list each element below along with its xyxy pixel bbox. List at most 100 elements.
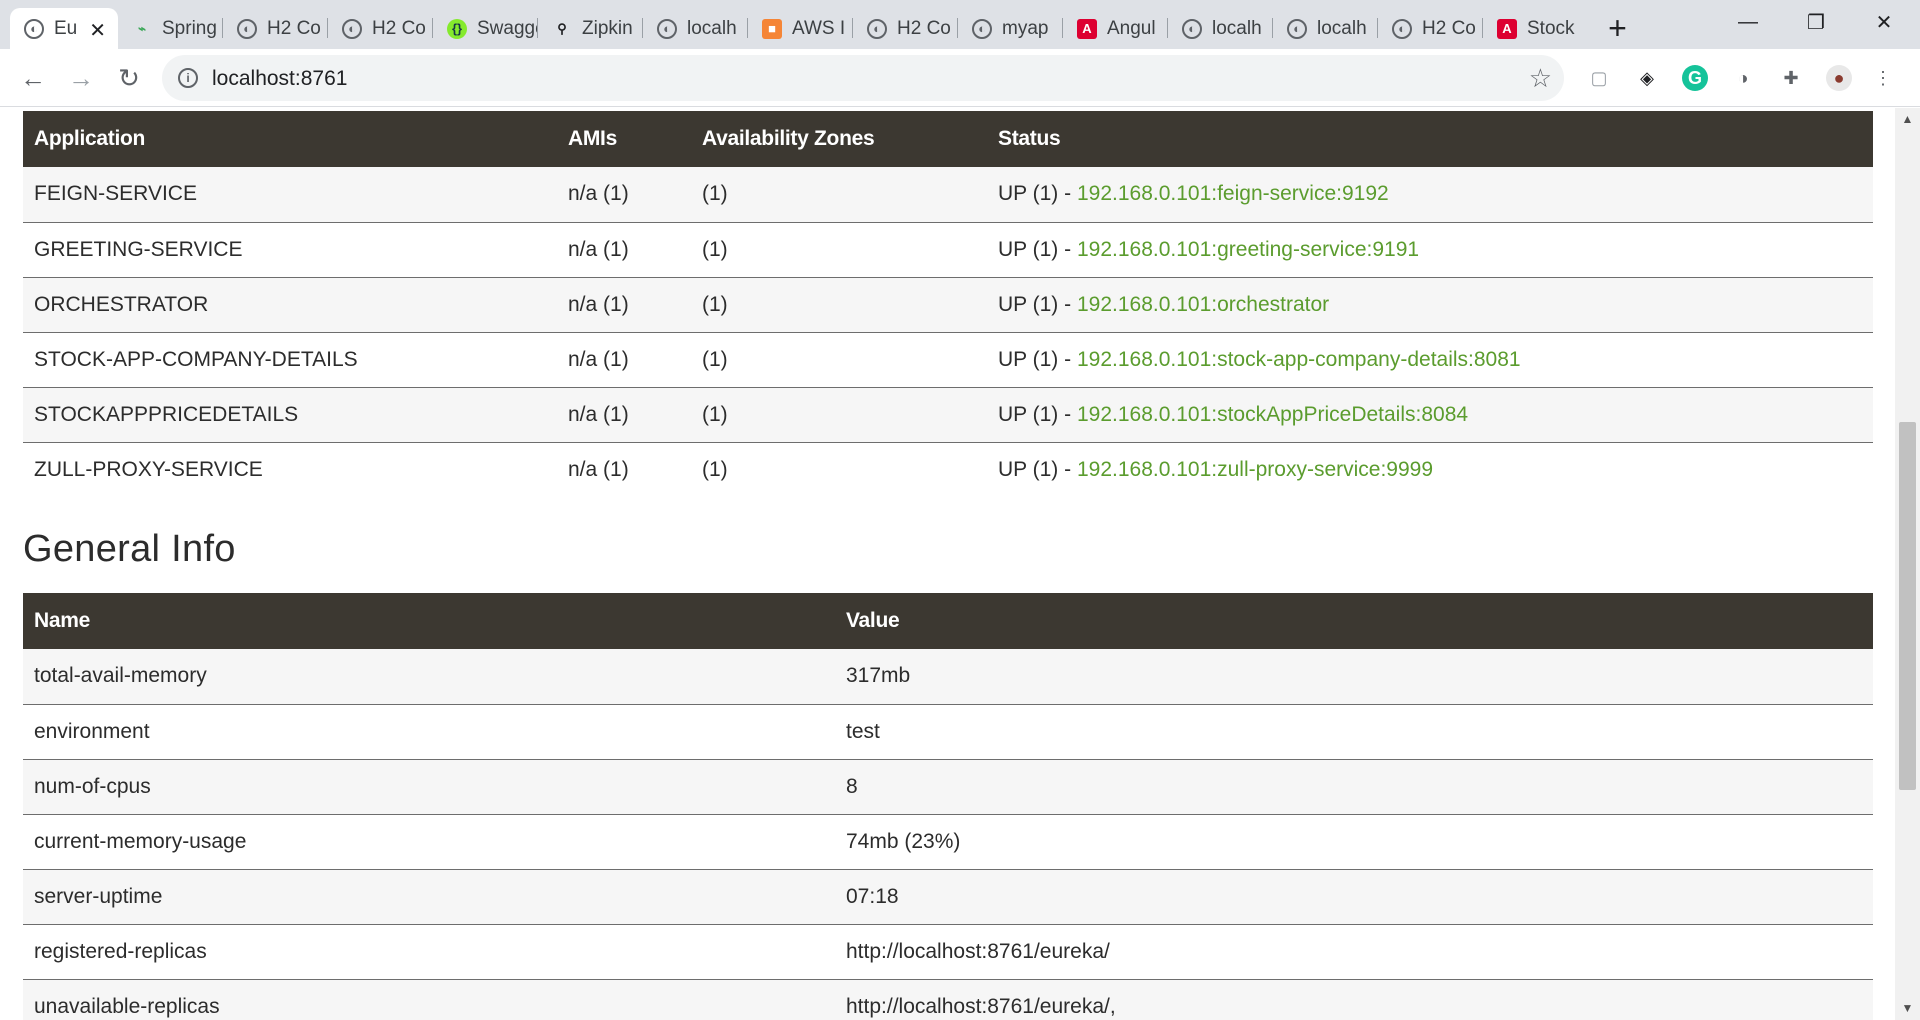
restore-button[interactable]: ❐ [1788,6,1844,38]
app-amis: n/a (1) [557,167,691,223]
info-value: test [835,704,1873,760]
grammarly-icon[interactable]: G [1682,65,1708,91]
tab-label: Eu [54,17,78,39]
close-window-button[interactable]: ✕ [1856,6,1912,38]
info-name: total-avail-memory [23,649,835,705]
app-name: GREETING-SERVICE [23,222,557,278]
back-button[interactable]: ← [14,59,52,97]
browser-toolbar: ← → ↻ i localhost:8761 ☆ ▢ ◈ G ◑ ✚ ● ⋮ [0,49,1920,107]
tab-label: Angul [1107,17,1156,39]
app-name: FEIGN-SERVICE [23,167,557,223]
info-name: registered-replicas [23,924,835,980]
info-value: 74mb (23%) [835,814,1873,870]
menu-kebab-icon[interactable]: ⋮ [1870,65,1896,91]
scroll-up-arrow-icon[interactable]: ▲ [1899,112,1916,126]
tab-angular-1[interactable]: A Angul [1063,8,1167,49]
tab-h2-console-1[interactable]: ◐ H2 Co [223,8,327,49]
status-text: UP (1) - [998,182,1077,206]
instance-link[interactable]: 192.168.0.101:stockAppPriceDetails:8084 [1077,403,1468,426]
info-name: num-of-cpus [23,759,835,815]
info-icon[interactable]: i [178,68,198,88]
status-text: UP (1) - [998,237,1077,261]
url-text[interactable]: localhost:8761 [212,67,347,91]
zipkin-icon: ⚲ [557,20,567,36]
profile-avatar[interactable]: ● [1826,65,1852,91]
column-header: Name [23,593,835,649]
globe-icon: ◐ [972,18,992,39]
app-name: STOCKAPPPRICEDETAILS [23,387,557,443]
tab-localhost-1[interactable]: ◐ localh [643,8,747,49]
tab-strip: ◐ Eu ✕ ⌁ Spring ◐ H2 Co ◐ H2 Co {} Swagg… [0,0,1920,49]
page-viewport: Application AMIs Availability Zones Stat… [0,108,1895,1020]
tab-stock[interactable]: A Stock [1483,8,1587,49]
app-zones: (1) [691,222,987,278]
app-amis: n/a (1) [557,442,691,497]
scroll-down-arrow-icon[interactable]: ▼ [1899,1001,1916,1015]
tab-spring[interactable]: ⌁ Spring [118,8,222,49]
angular-icon: A [1497,18,1517,39]
page-scrollbar[interactable]: ▲ ▼ [1895,108,1920,1020]
app-zones: (1) [691,167,987,223]
general-info-heading: General Info [23,528,236,570]
instance-link[interactable]: 192.168.0.101:greeting-service:9191 [1077,238,1419,261]
instance-link[interactable]: 192.168.0.101:stock-app-company-details:… [1077,348,1521,371]
aws-cube-icon: ■ [762,18,782,39]
app-zones: (1) [691,387,987,443]
tab-localhost-3[interactable]: ◐ localh [1273,8,1377,49]
table-row: num-of-cpus 8 [23,759,1873,815]
table-row: FEIGN-SERVICE n/a (1) (1) UP (1) - 192.1… [23,167,1873,223]
reload-button[interactable]: ↻ [110,59,148,97]
instance-link[interactable]: 192.168.0.101:zull-proxy-service:9999 [1077,458,1433,481]
app-amis: n/a (1) [557,332,691,388]
tab-label: localh [1317,17,1367,39]
app-name: ZULL-PROXY-SERVICE [23,442,557,497]
tab-label: Swagger [477,17,537,39]
column-header: Availability Zones [691,111,987,167]
tab-h2-console-4[interactable]: ◐ H2 Co [1378,8,1482,49]
status-text: UP (1) - [998,402,1077,426]
tab-zipkin[interactable]: ⚲ Zipkin [538,8,642,49]
table-row: STOCKAPPPRICEDETAILS n/a (1) (1) UP (1) … [23,387,1873,443]
info-value: 8 [835,759,1873,815]
pocket-extension-icon[interactable]: ▢ [1586,65,1612,91]
app-status: UP (1) - 192.168.0.101:stockAppPriceDeta… [987,387,1873,443]
circle-extension-icon[interactable]: ◑ [1730,65,1756,91]
tab-label: Zipkin [582,17,633,39]
table-header-row: Application AMIs Availability Zones Stat… [23,111,1873,167]
instance-link[interactable]: 192.168.0.101:orchestrator [1077,293,1329,316]
tab-h2-console-2[interactable]: ◐ H2 Co [328,8,432,49]
tab-myapp[interactable]: ◐ myap [958,8,1062,49]
bookmark-star-icon[interactable]: ☆ [1529,63,1552,94]
extensions-puzzle-icon[interactable]: ✚ [1778,65,1804,91]
close-icon[interactable]: ✕ [89,18,106,43]
tab-label: H2 Co [1422,17,1476,39]
table-row: ORCHESTRATOR n/a (1) (1) UP (1) - 192.16… [23,277,1873,333]
tab-label: myap [1002,17,1049,39]
instance-link[interactable]: 192.168.0.101:feign-service:9192 [1077,182,1389,205]
tab-label: localh [687,17,737,39]
forward-button[interactable]: → [62,59,100,97]
tab-eureka[interactable]: ◐ Eu ✕ [10,8,118,49]
table-header-row: Name Value [23,593,1873,649]
new-tab-button[interactable]: + [1597,8,1638,49]
globe-icon: ◐ [1392,18,1412,39]
app-name: ORCHESTRATOR [23,277,557,333]
table-row: ZULL-PROXY-SERVICE n/a (1) (1) UP (1) - … [23,442,1873,497]
table-row: registered-replicas http://localhost:876… [23,924,1873,980]
scrollbar-thumb[interactable] [1899,422,1916,790]
tab-h2-console-3[interactable]: ◐ H2 Co [853,8,957,49]
info-value: 317mb [835,649,1873,705]
tab-localhost-2[interactable]: ◐ localh [1168,8,1272,49]
app-amis: n/a (1) [557,277,691,333]
bulb-extension-icon[interactable]: ◈ [1634,65,1660,91]
app-amis: n/a (1) [557,387,691,443]
minimize-button[interactable]: — [1720,6,1776,38]
tab-aws[interactable]: ■ AWS I [748,8,852,49]
app-zones: (1) [691,332,987,388]
applications-table: Application AMIs Availability Zones Stat… [23,111,1873,497]
tab-swagger[interactable]: {} Swagger [433,8,537,49]
app-zones: (1) [691,277,987,333]
globe-icon: ◐ [657,18,677,39]
address-bar[interactable]: i localhost:8761 ☆ [162,55,1564,101]
status-text: UP (1) - [998,347,1077,371]
